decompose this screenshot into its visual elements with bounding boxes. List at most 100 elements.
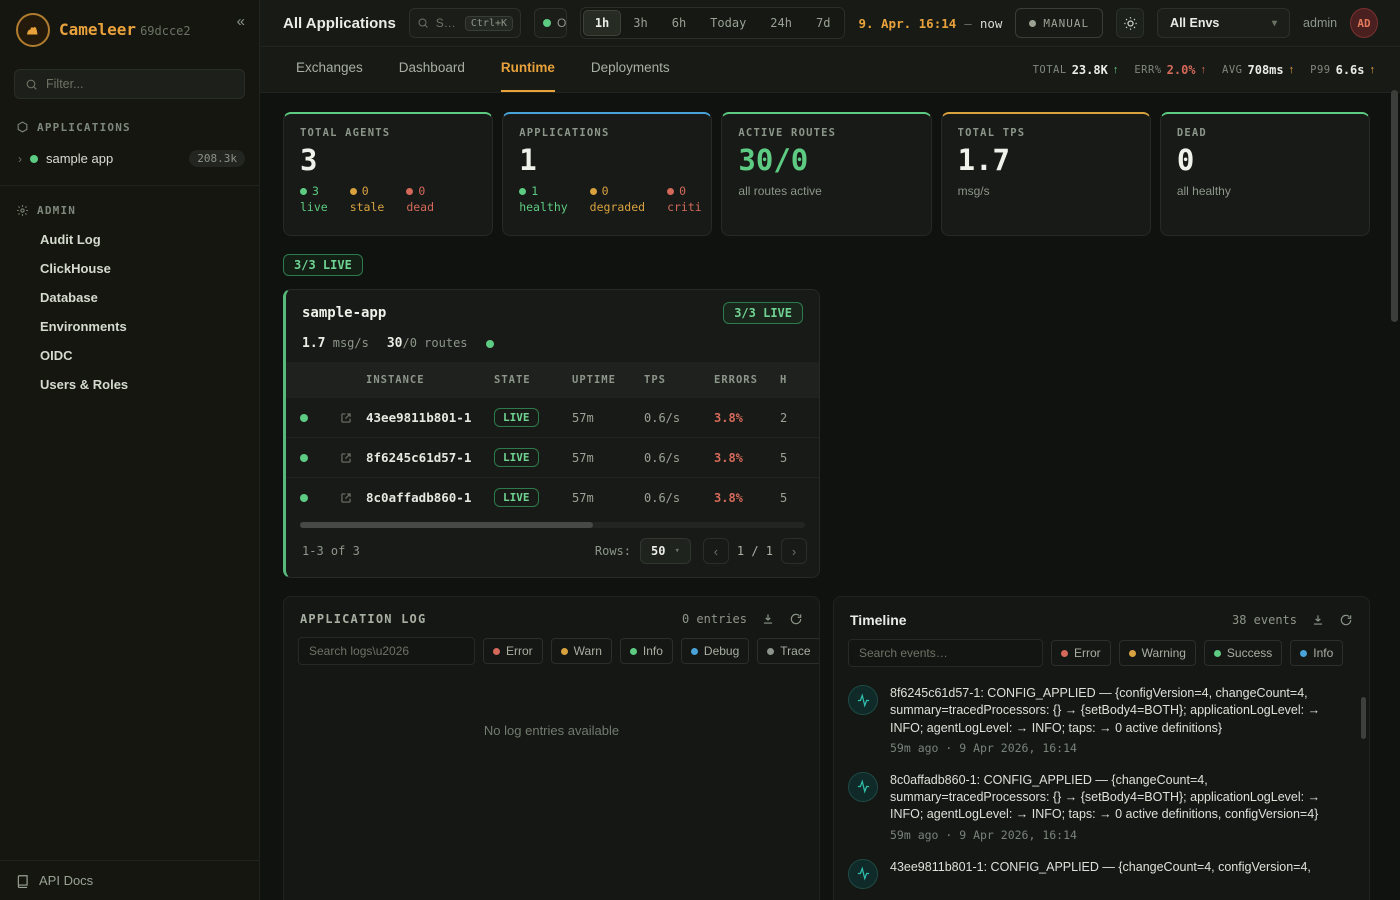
agents-dead: 0 dead (406, 184, 434, 214)
theme-toggle-button[interactable] (1116, 8, 1144, 38)
api-docs-link[interactable]: API Docs (0, 860, 259, 900)
timeline-filter-error[interactable]: Error (1051, 640, 1111, 666)
apps-critical: 0 criti (667, 184, 702, 214)
agents-live: 3 live (300, 184, 328, 214)
event-text: 8c0affadb860-1: CONFIG_APPLIED — {change… (890, 772, 1349, 824)
sidebar-item-audit-log[interactable]: Audit Log (0, 225, 259, 254)
rows-per-page-select[interactable]: 50 ▾ (640, 538, 691, 564)
sidebar-item-sample-app[interactable]: › sample app 208.3k (0, 142, 259, 175)
admin-section-header: ADMIN (0, 196, 259, 225)
prev-page-button[interactable]: ‹ (703, 538, 729, 564)
app-card-title: sample-app (302, 305, 386, 321)
agents-stale: 0 stale (350, 184, 385, 214)
app-health-dot (486, 340, 494, 348)
timeline-filter-info[interactable]: Info (1290, 640, 1343, 666)
card-total-tps: TOTAL TPS 1.7 msg/s (941, 112, 1151, 236)
timeline-search-input[interactable] (848, 639, 1043, 667)
live-summary-badge: 3/3 LIVE (283, 254, 363, 276)
sidebar-item-users-roles[interactable]: Users & Roles (0, 370, 259, 399)
refresh-icon (789, 612, 803, 626)
timeline-filter-warning[interactable]: Warning (1119, 640, 1196, 666)
tab-exchanges[interactable]: Exchanges (296, 47, 363, 92)
timeline-filter-success[interactable]: Success (1204, 640, 1282, 666)
external-link-icon[interactable] (326, 491, 366, 505)
range-button-7d[interactable]: 7d (804, 10, 842, 36)
tab-runtime[interactable]: Runtime (501, 47, 555, 92)
log-filter-info[interactable]: Info (620, 638, 673, 664)
global-search[interactable]: S… Ctrl+K (409, 8, 521, 38)
download-button[interactable] (761, 612, 775, 626)
apps-degraded: 0 degraded (590, 184, 645, 214)
range-button-3h[interactable]: 3h (621, 10, 659, 36)
instance-status-dot (300, 414, 308, 422)
tab-bar: Exchanges Dashboard Runtime Deployments … (260, 47, 1400, 93)
tab-dashboard[interactable]: Dashboard (399, 47, 465, 92)
timeline-event[interactable]: 8c0affadb860-1: CONFIG_APPLIED — {change… (848, 772, 1349, 842)
table-header: INSTANCE STATE UPTIME TPS ERRORS H (286, 362, 819, 397)
range-button-today[interactable]: Today (698, 10, 758, 36)
logo-suffix: 69dcce2 (140, 24, 191, 38)
log-filter-warn[interactable]: Warn (551, 638, 612, 664)
card-dead: DEAD 0 all healthy (1160, 112, 1370, 236)
app-routes-value: 30 (387, 336, 403, 351)
sidebar-filter-input[interactable] (46, 77, 234, 91)
log-filter-error[interactable]: Error (483, 638, 543, 664)
sidebar-item-database[interactable]: Database (0, 283, 259, 312)
yellow-dot (561, 648, 568, 655)
gray-dot (767, 648, 774, 655)
range-button-1h[interactable]: 1h (583, 10, 621, 36)
scrollbar-thumb[interactable] (1391, 90, 1398, 322)
scrollbar-thumb[interactable] (300, 522, 593, 528)
download-button[interactable] (1311, 613, 1325, 627)
timeline-scrollbar[interactable] (1361, 697, 1366, 739)
sidebar-collapse-button[interactable]: « (237, 13, 245, 30)
sidebar-item-environments[interactable]: Environments (0, 312, 259, 341)
event-text: 8f6245c61d57-1: CONFIG_APPLIED — {config… (890, 685, 1349, 737)
environment-select[interactable]: All Envs ▾ (1157, 8, 1290, 38)
timeline-event[interactable]: 43ee9811b801-1: CONFIG_APPLIED — {change… (848, 859, 1349, 889)
online-status-chip[interactable]: O (534, 8, 567, 38)
expand-chevron-icon[interactable]: › (18, 152, 22, 166)
up-arrow-icon: ↑ (1370, 64, 1376, 76)
manual-refresh-button[interactable]: MANUAL (1015, 8, 1103, 38)
applications-section-header: APPLICATIONS (0, 113, 259, 142)
table-row[interactable]: 8c0affadb860-1 LIVE 57m 0.6/s 3.8% 5 (286, 477, 819, 517)
external-link-icon[interactable] (326, 411, 366, 425)
applications-icon (16, 121, 29, 134)
log-search-input[interactable] (298, 637, 475, 665)
tab-deployments[interactable]: Deployments (591, 47, 670, 92)
refresh-button[interactable] (1339, 613, 1353, 627)
time-window[interactable]: 9. Apr. 16:14 – now (858, 16, 1002, 31)
refresh-button[interactable] (789, 612, 803, 626)
log-filter-trace[interactable]: Trace (757, 638, 820, 664)
sidebar-item-oidc[interactable]: OIDC (0, 341, 259, 370)
next-page-button[interactable]: › (781, 538, 807, 564)
up-arrow-icon: ↑ (1113, 64, 1119, 76)
state-badge: LIVE (494, 488, 539, 507)
timeline-event[interactable]: 8f6245c61d57-1: CONFIG_APPLIED — {config… (848, 685, 1349, 755)
sidebar-item-clickhouse[interactable]: ClickHouse (0, 254, 259, 283)
range-button-6h[interactable]: 6h (660, 10, 698, 36)
table-row[interactable]: 8f6245c61d57-1 LIVE 57m 0.6/s 3.8% 5 (286, 437, 819, 477)
range-button-24h[interactable]: 24h (758, 10, 804, 36)
activity-icon (848, 859, 878, 889)
sidebar-filter (14, 69, 245, 99)
instance-status-dot (300, 494, 308, 502)
green-dot (300, 188, 307, 195)
metric-avg-latency: AVG 708ms ↑ (1222, 63, 1294, 77)
external-link-icon[interactable] (326, 451, 366, 465)
log-filter-debug[interactable]: Debug (681, 638, 749, 664)
table-horizontal-scrollbar[interactable] (300, 522, 805, 528)
page-scrollbar[interactable] (1391, 90, 1398, 896)
download-icon (1311, 613, 1325, 627)
sidebar-divider (0, 185, 259, 186)
instance-id: 8f6245c61d57-1 (366, 450, 494, 465)
table-row[interactable]: 43ee9811b801-1 LIVE 57m 0.6/s 3.8% 2 (286, 397, 819, 437)
up-arrow-icon: ↑ (1201, 64, 1207, 76)
green-dot (1214, 650, 1221, 657)
event-timestamp: 59m ago · 9 Apr 2026, 16:14 (890, 741, 1349, 755)
activity-icon (848, 685, 878, 715)
yellow-dot (590, 188, 597, 195)
avatar[interactable]: AD (1350, 8, 1378, 38)
instance-id: 8c0affadb860-1 (366, 490, 494, 505)
